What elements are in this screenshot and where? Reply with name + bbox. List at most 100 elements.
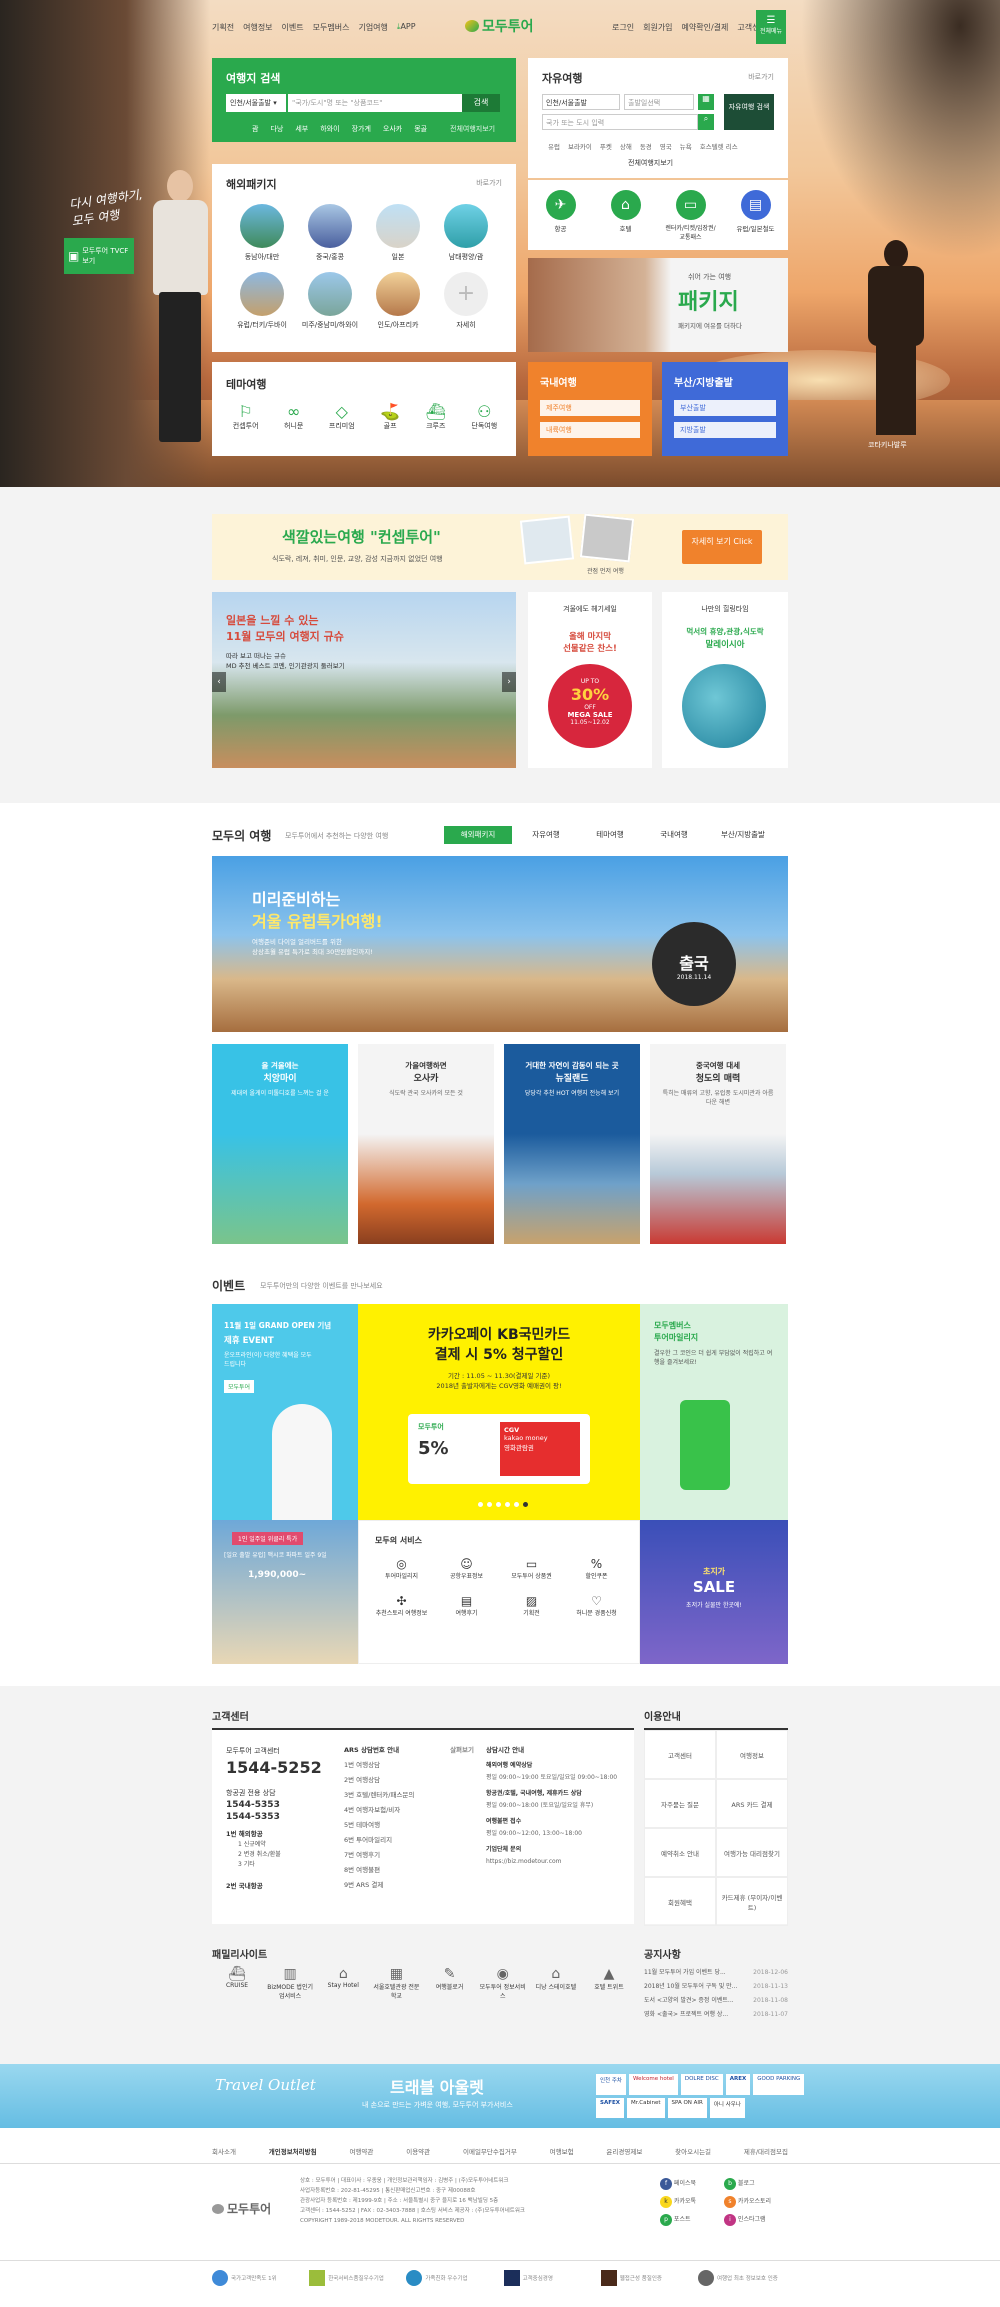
footer-link[interactable]: 이용약관 xyxy=(406,2146,430,2156)
event-grand-open[interactable]: 11월 1일 GRAND OPEN 기념 제휴 EVENT 운오프라인(이) 다… xyxy=(212,1304,358,1520)
all-destinations-link[interactable]: 전체여행지보기 xyxy=(450,124,495,134)
search-button[interactable]: 검색 xyxy=(462,94,500,112)
footer-link[interactable]: 여행보험 xyxy=(550,2146,574,2156)
sns-item[interactable]: i 인스타그램 xyxy=(724,2214,788,2226)
guide-item[interactable]: 카드제휴 (무이자/이벤트) xyxy=(716,1877,788,1926)
guide-item[interactable]: 자주묻는 질문 xyxy=(644,1779,716,1828)
calendar-icon[interactable]: ▦ xyxy=(698,94,714,110)
service-item[interactable]: % 할인쿠폰 xyxy=(564,1557,629,1580)
service-item[interactable]: ✣ 추천스토리 여행정보 xyxy=(369,1594,434,1617)
malaysia-card[interactable]: 나만의 힐링타임 먹서의 휴양,관광,식도락 말레이시아 xyxy=(662,592,788,768)
guide-item[interactable]: 예약취소 안내 xyxy=(644,1828,716,1877)
family-item[interactable]: ▦ 서울호텔관광 전문학교 xyxy=(371,1966,421,2000)
event-kb-card[interactable]: 카카오페이 KB국민카드 결제 시 5% 청구할인 기간 : 11.05 ~ 1… xyxy=(358,1304,640,1520)
search-tag[interactable]: 하와이 xyxy=(320,124,339,134)
theme-item[interactable]: ⛴ 크루즈 xyxy=(426,402,446,431)
signup-link[interactable]: 회원가입 xyxy=(643,22,672,33)
destination-input[interactable]: 국가 또는 도시 입력 xyxy=(542,114,698,130)
europe-banner[interactable]: 미리준비하는 겨울 유럽특가여행! 여행준비 다이얼 얼리버드를 위한 상상초월… xyxy=(212,856,788,1032)
tab-theme[interactable]: 테마여행 xyxy=(580,826,640,844)
family-item[interactable]: ▲ 호텔 트위트 xyxy=(584,1966,634,2000)
service-item[interactable]: ▤ 여행후기 xyxy=(434,1594,499,1617)
footer-link[interactable]: 찾아오시는길 xyxy=(675,2146,711,2156)
region-item[interactable]: 인도/아프리카 xyxy=(364,272,432,330)
reservation-link[interactable]: 예약확인/결제 xyxy=(682,22,729,33)
tab-domestic[interactable]: 국내여행 xyxy=(644,826,704,844)
theme-item[interactable]: ⚐ 컨셉투어 xyxy=(233,402,259,431)
concept-cta-button[interactable]: 자세히 보기 Click xyxy=(682,530,762,564)
region-item[interactable]: 유럽/터키/두바이 xyxy=(228,272,296,330)
next-arrow-icon[interactable]: › xyxy=(502,672,516,692)
free-tag[interactable]: 뉴욕 xyxy=(680,141,692,151)
free-tag[interactable]: 보라카이 xyxy=(568,141,592,151)
overseas-more[interactable]: 바로가기 xyxy=(476,178,502,188)
all-menu-button[interactable]: ☰ 전체메뉴 xyxy=(756,10,786,44)
busan-item[interactable]: 지방출발 xyxy=(674,422,776,438)
free-tag[interactable]: 영국 xyxy=(660,141,672,151)
theme-item[interactable]: ⚇ 단독여행 xyxy=(471,402,497,431)
family-item[interactable]: ✎ 여행블로거 xyxy=(425,1966,475,2000)
free-departure-select[interactable]: 인천/서울출발 xyxy=(542,94,620,110)
travel-outlet-banner[interactable]: Travel Outlet 트래블 아울렛 내 손으로 만드는 가벼운 여행, … xyxy=(0,2064,1000,2128)
service-item[interactable]: ♡ 허니문 경품신청 xyxy=(564,1594,629,1617)
region-item[interactable]: 동남아/대만 xyxy=(228,204,296,262)
mega-sale-card[interactable]: 겨울에도 헤기세일 올해 마지막 선물같은 찬스! UP TO 30% OFF … xyxy=(528,592,652,768)
free-tag[interactable]: 유럽 xyxy=(548,141,560,151)
family-item[interactable]: ⛴ CRUISE xyxy=(212,1966,262,2000)
event-sale[interactable]: 초지가 SALE 초저가 실물만 한곳에! xyxy=(640,1520,788,1664)
region-item[interactable]: 일본 xyxy=(364,204,432,262)
region-item[interactable]: 중국/홍콩 xyxy=(296,204,364,262)
free-all-link[interactable]: 전체여행지보기 xyxy=(628,158,673,168)
free-travel-more[interactable]: 바로가기 xyxy=(748,72,774,82)
guide-item[interactable]: 고객센터 xyxy=(644,1730,716,1779)
nav-link[interactable]: 모두멤버스 xyxy=(313,22,350,33)
guide-item[interactable]: 회원혜택 xyxy=(644,1877,716,1926)
destination-card[interactable]: 가을여행하면 오사카 식도락 관국 오사카의 모든 것 xyxy=(358,1044,494,1244)
notice-item[interactable]: 2018년 10월 모두투어 구독 및 만... 2018-11-13 xyxy=(644,1980,788,1994)
quick-item-hotel[interactable]: ⌂ 호텔 xyxy=(598,190,653,250)
prev-arrow-icon[interactable]: ‹ xyxy=(212,672,226,692)
domestic-item[interactable]: 내륙여행 xyxy=(540,422,640,438)
region-item[interactable]: 미주/중남미/하와이 xyxy=(296,272,364,330)
sns-item[interactable]: f 페이스북 xyxy=(660,2178,724,2190)
service-item[interactable]: ☺ 공항우표정보 xyxy=(434,1557,499,1580)
search-tag[interactable]: 몽골 xyxy=(414,124,427,134)
free-search-button[interactable]: 자유여행 검색 xyxy=(724,94,774,130)
kyushu-slide[interactable]: 일본을 느낄 수 있는 11월 모두의 여행지 규슈 따라 보고 떠나는 규슈 … xyxy=(212,592,516,768)
login-link[interactable]: 로그인 xyxy=(612,22,634,33)
date-input[interactable]: 출발일선택 xyxy=(624,94,694,110)
destination-card[interactable]: 올 겨울에는 치앙마이 제대의 올게이 미톨디호를 느껴는 걸 운 xyxy=(212,1044,348,1244)
footer-link[interactable]: 이메일무단수집거부 xyxy=(463,2146,517,2156)
guide-item[interactable]: 여행가능 대리점찾기 xyxy=(716,1828,788,1877)
service-item[interactable]: ◎ 투어마일리지 xyxy=(369,1557,434,1580)
family-item[interactable]: ⌂ Stay Hotel xyxy=(318,1966,368,2000)
tvcf-button[interactable]: ▣ 모두투어 TVCF 보기 xyxy=(64,238,134,274)
tab-overseas[interactable]: 해외패키지 xyxy=(444,826,512,844)
nav-link[interactable]: 여행정보 xyxy=(243,22,272,33)
event-mileage[interactable]: 모두멤버스 투어마일리지 결우한 그 코인으 더 쉽게 부담없이 적립하고 여행… xyxy=(640,1304,788,1520)
free-tag[interactable]: 동경 xyxy=(640,141,652,151)
tab-free[interactable]: 자유여행 xyxy=(516,826,576,844)
search-tag[interactable]: 다낭 xyxy=(270,124,283,134)
service-item[interactable]: ▨ 기획전 xyxy=(499,1594,564,1617)
search-icon[interactable]: ⌕ xyxy=(698,114,714,130)
region-more[interactable]: + 자세히 xyxy=(432,272,500,330)
search-tag[interactable]: 장가계 xyxy=(352,124,371,134)
event-weekly[interactable]: 1인 일주일 위클리 특가 [일요 출발 유럽] 맥시코 파파트 일주 9일 1… xyxy=(212,1520,358,1664)
footer-link[interactable]: 개인정보처리방침 xyxy=(269,2146,317,2156)
departure-select[interactable]: 인천/서울출발 ▾ xyxy=(226,94,286,112)
footer-link[interactable]: 윤리경영제보 xyxy=(606,2146,642,2156)
nav-link[interactable]: 기획전 xyxy=(212,22,234,33)
search-input[interactable]: "국가/도시"명 또는 "상품코드" xyxy=(288,94,462,112)
quick-item-air[interactable]: ✈ 항공 xyxy=(533,190,588,250)
sns-item[interactable]: p 포스트 xyxy=(660,2214,724,2226)
destination-card[interactable]: 거대한 자연이 감동이 되는 곳 뉴질랜드 당당각 추천 HOT 여행지 전능해 보… xyxy=(504,1044,640,1244)
busan-item[interactable]: 부산출발 xyxy=(674,400,776,416)
free-tag[interactable]: 상해 xyxy=(620,141,632,151)
search-tag[interactable]: 괌 xyxy=(252,124,258,134)
theme-item[interactable]: ◇ 프리미엄 xyxy=(329,402,355,431)
family-item[interactable]: ▥ BizMODE 법인기업서비스 xyxy=(265,1966,315,2000)
theme-item[interactable]: ∞ 허니문 xyxy=(284,402,303,431)
notice-item[interactable]: 도서 <고양의 발견> 증정 이벤트... 2018-11-08 xyxy=(644,1994,788,2008)
quick-item-rail[interactable]: ▤ 유럽/일본철도 xyxy=(728,190,783,250)
